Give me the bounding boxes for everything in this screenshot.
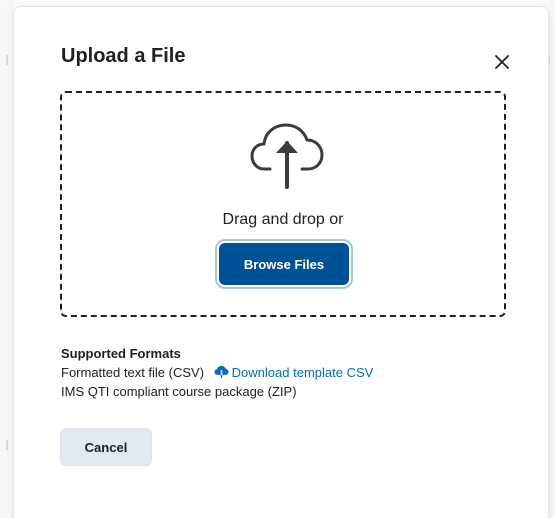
cloud-upload-icon xyxy=(250,123,324,189)
close-button[interactable] xyxy=(490,50,514,74)
format-csv-line: Formatted text file (CSV) Download templ… xyxy=(61,363,373,382)
format-csv-label: Formatted text file (CSV) xyxy=(61,365,205,380)
upload-dialog: Upload a File Drag and drop or Browse Fi… xyxy=(14,7,548,518)
cancel-button[interactable]: Cancel xyxy=(60,428,152,466)
backdrop-tick xyxy=(6,440,8,450)
file-dropzone[interactable]: Drag and drop or Browse Files xyxy=(60,91,506,317)
backdrop-right-edge xyxy=(549,0,555,518)
browse-files-button[interactable]: Browse Files xyxy=(219,243,349,285)
supported-formats: Supported Formats Formatted text file (C… xyxy=(61,344,373,401)
download-template-link[interactable]: Download template CSV xyxy=(214,365,374,380)
format-zip-line: IMS QTI compliant course package (ZIP) xyxy=(61,384,297,399)
supported-formats-heading: Supported Formats xyxy=(61,346,181,361)
dropzone-instruction: Drag and drop or xyxy=(222,211,344,228)
dialog-title: Upload a File xyxy=(61,45,186,67)
download-template-label: Download template CSV xyxy=(231,365,374,380)
backdrop-tick xyxy=(6,55,8,65)
backdrop-tick xyxy=(548,55,550,65)
close-icon xyxy=(495,55,509,69)
cloud-download-icon xyxy=(214,365,229,379)
